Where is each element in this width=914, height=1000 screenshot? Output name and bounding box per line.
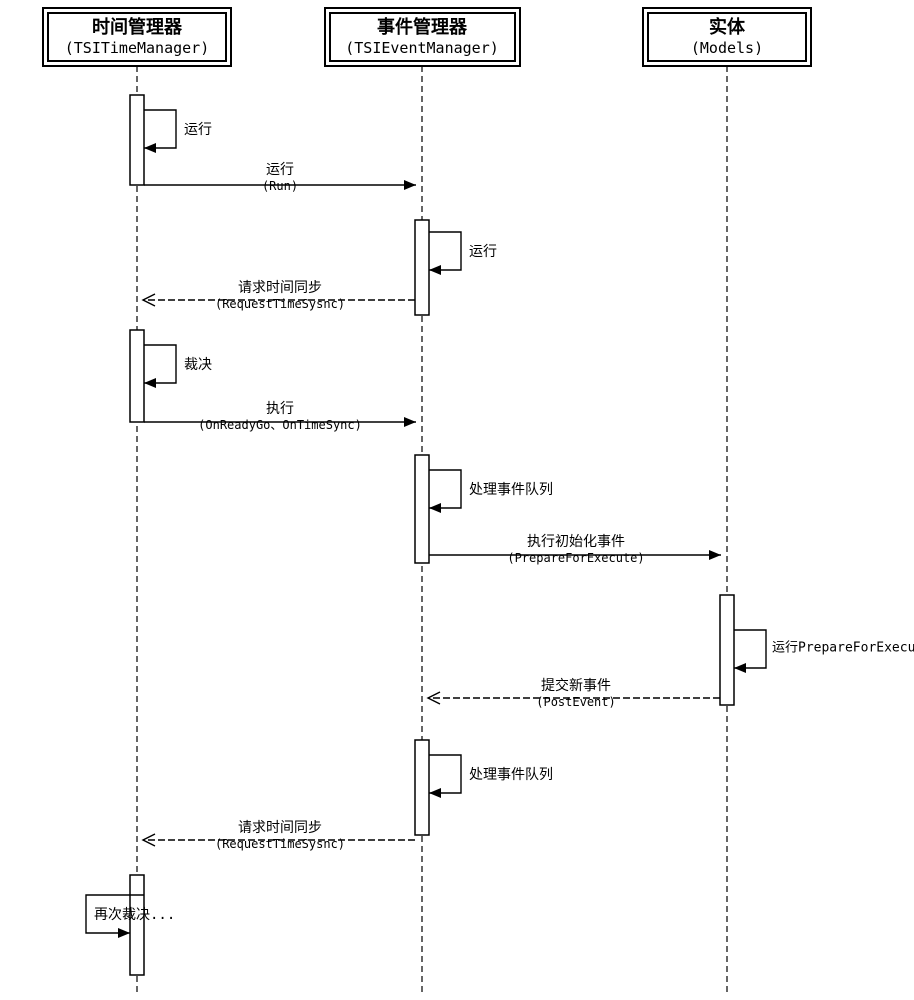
arrowhead	[144, 143, 156, 153]
activation-box	[130, 875, 144, 975]
participant-subtitle: (TSIEventManager)	[345, 39, 499, 57]
arrowhead	[118, 928, 130, 938]
self-message-label: 处理事件队列	[469, 767, 553, 783]
participant-title: 事件管理器	[377, 16, 468, 38]
message-sublabel: (PrepareForExecute)	[507, 551, 644, 565]
participant-subtitle: (TSITimeManager)	[65, 39, 210, 57]
arrowhead	[734, 663, 746, 673]
message-label: 请求时间同步	[238, 280, 322, 296]
self-message-path	[144, 345, 176, 383]
activation-box	[130, 330, 144, 422]
message-sublabel: (OnReadyGo、OnTimeSync)	[198, 418, 362, 432]
arrowhead	[429, 788, 441, 798]
self-message-path	[429, 755, 461, 793]
activation-box	[415, 220, 429, 315]
activation-box	[130, 95, 144, 185]
arrowhead	[709, 550, 721, 560]
participant-models: 实体 (Models)	[643, 8, 811, 66]
message-label: 执行	[266, 401, 294, 417]
participant-time-manager: 时间管理器 (TSITimeManager)	[43, 8, 231, 66]
message-label: 请求时间同步	[238, 820, 322, 836]
message-label: 执行初始化事件	[527, 533, 625, 550]
self-message-path	[429, 470, 461, 508]
participant-event-manager: 事件管理器 (TSIEventManager)	[325, 8, 520, 66]
self-message-label: 运行	[184, 122, 212, 138]
self-message-path	[734, 630, 766, 668]
arrowhead	[429, 503, 441, 513]
arrowhead	[404, 180, 416, 190]
self-message-label: 再次裁决...	[94, 907, 175, 923]
participant-title: 时间管理器	[92, 16, 183, 38]
arrowhead	[429, 265, 441, 275]
self-message-label: 处理事件队列	[469, 482, 553, 498]
message-sublabel: (Run)	[262, 179, 298, 193]
self-message-path	[429, 232, 461, 270]
activation-box	[415, 455, 429, 563]
message-label: 运行	[266, 162, 294, 178]
sequence-diagram: 时间管理器 (TSITimeManager) 事件管理器 (TSIEventMa…	[0, 0, 914, 1000]
arrowhead	[144, 378, 156, 388]
self-message-label: 运行PrepareForExecute	[772, 641, 914, 656]
message-sublabel: (PostEvent)	[536, 695, 615, 709]
self-message-label: 裁决	[184, 357, 212, 373]
message-sublabel: (RequestTimeSysnc)	[215, 297, 345, 311]
arrowhead	[404, 417, 416, 427]
activation-box	[415, 740, 429, 835]
message-sublabel: (RequestTimeSysnc)	[215, 837, 345, 851]
self-message-path	[144, 110, 176, 148]
participant-subtitle: (Models)	[691, 39, 763, 57]
participant-title: 实体	[709, 16, 746, 38]
self-message-label: 运行	[469, 244, 497, 260]
activation-box	[720, 595, 734, 705]
message-label: 提交新事件	[541, 677, 611, 694]
